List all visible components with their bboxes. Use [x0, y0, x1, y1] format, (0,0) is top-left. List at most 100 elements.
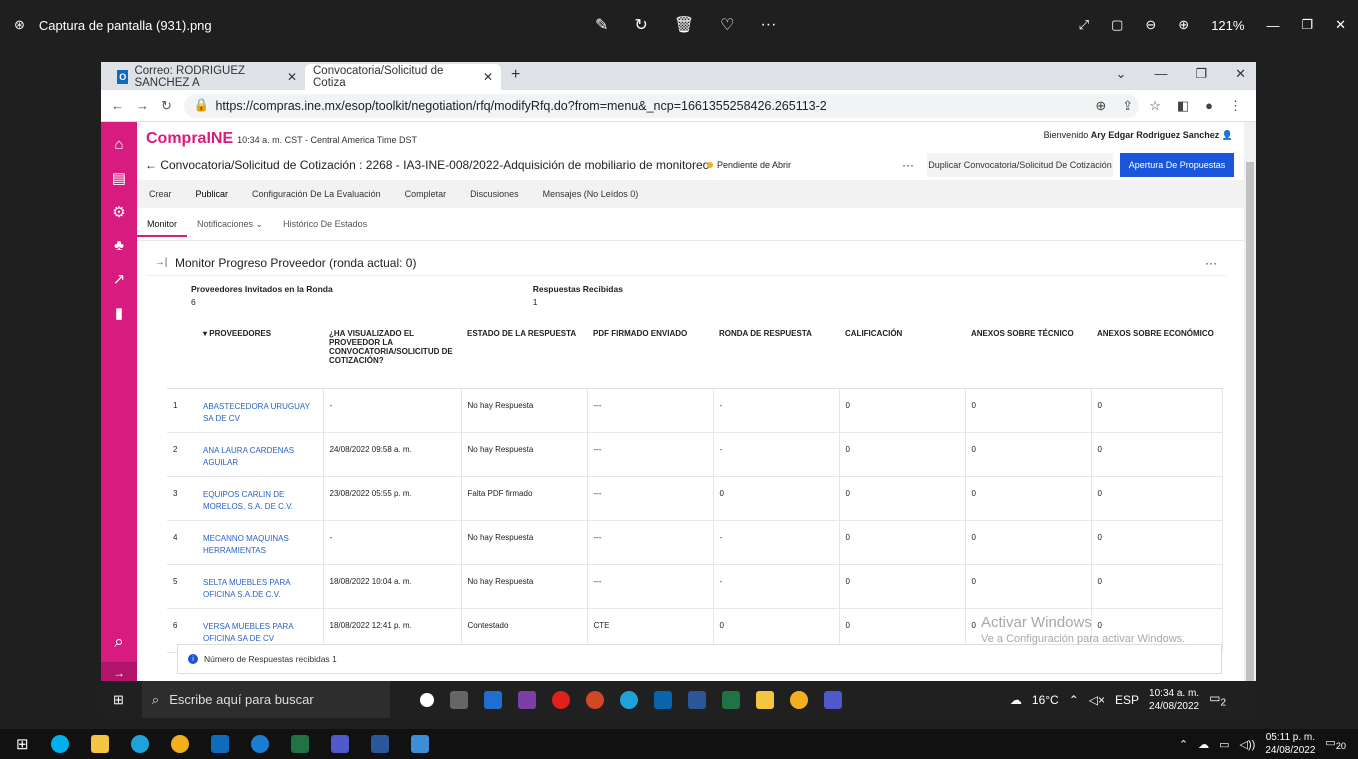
tab-convocatoria[interactable]: Convocatoria/Solicitud de Cotiza ✕ [305, 64, 501, 90]
outer-clock[interactable]: 05:11 p. m. 24/08/2022 [1265, 731, 1315, 757]
col-anexos-tecnico[interactable]: ANEXOS SOBRE TÉCNICO [965, 320, 1091, 389]
col-visualizado[interactable]: ¿HA VISUALIZADO EL PROVEEDOR LA CONVOCAT… [323, 320, 461, 389]
menu-configuracion[interactable]: Configuración De La Evaluación [240, 189, 393, 199]
col-pdf[interactable]: PDF FIRMADO ENVIADO [587, 320, 713, 389]
tab-historico[interactable]: Histórico De Estados [273, 219, 377, 229]
duplicate-button[interactable]: Duplicar Convocatoria/Solicitud De Cotiz… [927, 153, 1113, 177]
chart-icon[interactable]: ↗ [113, 270, 126, 288]
outlook-icon[interactable] [210, 735, 229, 753]
minimize-icon[interactable]: — [1266, 18, 1279, 33]
supplier-link[interactable]: MECANNO MAQUINAS HERRAMIENTAS [203, 534, 289, 555]
edge-icon[interactable] [130, 735, 149, 753]
windows-start-icon[interactable]: ⊞ [113, 692, 124, 708]
profile-icon[interactable]: ● [1205, 98, 1213, 114]
restore-icon[interactable]: ❐ [1301, 17, 1313, 33]
teams-icon[interactable] [330, 735, 349, 753]
close-tab-icon[interactable]: ✕ [483, 70, 493, 84]
col-proveedores[interactable]: ▾ PROVEEDORES [197, 320, 323, 389]
teams-icon[interactable] [823, 690, 842, 709]
chrome-icon[interactable] [170, 735, 189, 753]
tab-search-icon[interactable]: ⌄ [1116, 66, 1127, 82]
cortana-icon[interactable] [419, 692, 434, 707]
more-icon[interactable]: ··· [760, 16, 776, 34]
expand-icon[interactable]: ⤢ [1079, 17, 1089, 33]
user-icon[interactable]: 👤 [1222, 130, 1233, 140]
menu-crear[interactable]: Crear [137, 189, 184, 199]
close-icon[interactable]: ✕ [1235, 66, 1246, 82]
close-tab-icon[interactable]: ✕ [287, 70, 297, 84]
new-tab-icon[interactable]: + [511, 66, 520, 84]
back-icon[interactable]: ← [111, 98, 124, 113]
fit-icon[interactable]: ▢ [1111, 17, 1123, 33]
delete-icon[interactable]: 🗑 [674, 15, 694, 35]
suppliers-icon[interactable]: ♣ [114, 237, 124, 254]
close-icon[interactable]: ✕ [1335, 17, 1346, 33]
network-icon[interactable]: ⚙ [112, 203, 125, 221]
ie-icon[interactable] [250, 735, 269, 753]
edge-icon[interactable] [619, 690, 638, 709]
rotate-icon[interactable]: ↻ [634, 15, 647, 35]
col-ronda[interactable]: RONDA DE RESPUESTA [713, 320, 839, 389]
open-proposals-button[interactable]: Apertura De Propuestas [1120, 153, 1234, 177]
col-estado[interactable]: ESTADO DE LA RESPUESTA [461, 320, 587, 389]
taskview-icon[interactable] [449, 690, 468, 709]
word-icon[interactable] [687, 690, 706, 709]
search-icon[interactable]: ⌕ [114, 632, 124, 652]
explorer-icon[interactable] [755, 690, 774, 709]
volume-icon[interactable]: ◁× [1089, 693, 1105, 707]
list-icon[interactable]: ▤ [112, 169, 126, 187]
sidepanel-icon[interactable]: ◧ [1177, 98, 1189, 114]
panel-more-icon[interactable]: ··· [1205, 256, 1217, 270]
col-calificacion[interactable]: CALIFICACIÓN [839, 320, 965, 389]
scroll-thumb[interactable] [1246, 162, 1254, 692]
excel-icon[interactable] [290, 735, 309, 753]
excel-icon[interactable] [721, 690, 740, 709]
supplier-link[interactable]: VERSA MUEBLES PARA OFICINA SA DE CV [203, 622, 293, 643]
inner-clock[interactable]: 10:34 a. m. 24/08/2022 [1149, 687, 1199, 713]
forward-icon[interactable]: → [136, 98, 149, 113]
skype-icon[interactable] [50, 735, 69, 753]
supplier-link[interactable]: ANA LAURA CARDENAS AGUILAR [203, 446, 294, 467]
tab-monitor[interactable]: Monitor [137, 211, 188, 237]
home-icon[interactable]: ⌂ [114, 136, 123, 153]
documents-icon[interactable]: ▮ [115, 304, 123, 322]
zoom-in-icon[interactable]: ⊕ [1178, 17, 1189, 33]
word-icon[interactable] [370, 735, 389, 753]
supplier-link[interactable]: SELTA MUEBLES PARA OFICINA S.A.DE C.V. [203, 578, 290, 599]
volume-icon[interactable]: ◁)) [1240, 738, 1256, 751]
col-anexos-economico[interactable]: ANEXOS SOBRE ECONÓMICO [1091, 320, 1222, 389]
store-icon[interactable] [483, 690, 502, 709]
notification-icon[interactable]: ▭2 [1209, 691, 1226, 708]
powerpoint-icon[interactable] [585, 690, 604, 709]
tray-up-icon[interactable]: ⌃ [1069, 693, 1079, 707]
photos-icon[interactable] [410, 735, 429, 753]
menu-completar[interactable]: Completar [393, 189, 459, 199]
tab-outlook[interactable]: O Correo: RODRIGUEZ SANCHEZ A ✕ [109, 64, 305, 90]
supplier-link[interactable]: EQUIPOS CARLIN DE MORELOS, S.A. DE C.V. [203, 490, 293, 511]
chrome-icon[interactable] [789, 690, 808, 709]
windows-start-icon[interactable]: ⊞ [16, 735, 29, 753]
more-actions-icon[interactable]: ··· [902, 158, 914, 172]
opera-icon[interactable] [551, 690, 570, 709]
network-icon[interactable]: ▭ [1219, 738, 1229, 751]
explorer-icon[interactable] [90, 735, 109, 753]
favorite-icon[interactable]: ♡ [720, 15, 734, 35]
menu-publicar[interactable]: Publicar [184, 189, 241, 199]
weather-icon[interactable]: ☁ [1010, 693, 1022, 707]
notification-icon[interactable]: ▭20 [1325, 736, 1346, 751]
onenote-icon[interactable] [517, 690, 536, 709]
lang-indicator[interactable]: ESP [1115, 693, 1139, 707]
page-title[interactable]: ← Convocatoria/Solicitud de Cotización :… [137, 158, 709, 172]
user-name[interactable]: Ary Edgar Rodriguez Sanchez [1091, 130, 1220, 140]
supplier-link[interactable]: ABASTECEDORA URUGUAY SA DE CV [203, 402, 310, 423]
mail-icon[interactable] [653, 690, 672, 709]
share-icon[interactable]: ⇪ [1122, 98, 1133, 114]
bookmark-icon[interactable]: ☆ [1149, 98, 1161, 114]
page-scrollbar[interactable] [1244, 122, 1256, 718]
zoom-out-icon[interactable]: ⊖ [1145, 17, 1156, 33]
menu-discusiones[interactable]: Discusiones [458, 189, 531, 199]
zoom-icon[interactable]: ⊕ [1095, 98, 1106, 114]
url-field[interactable]: 🔒 https://compras.ine.mx/esop/toolkit/ne… [183, 93, 1139, 118]
tab-notificaciones[interactable]: Notificaciones ⌄ [187, 219, 273, 230]
tray-up-icon[interactable]: ⌃ [1179, 738, 1188, 751]
